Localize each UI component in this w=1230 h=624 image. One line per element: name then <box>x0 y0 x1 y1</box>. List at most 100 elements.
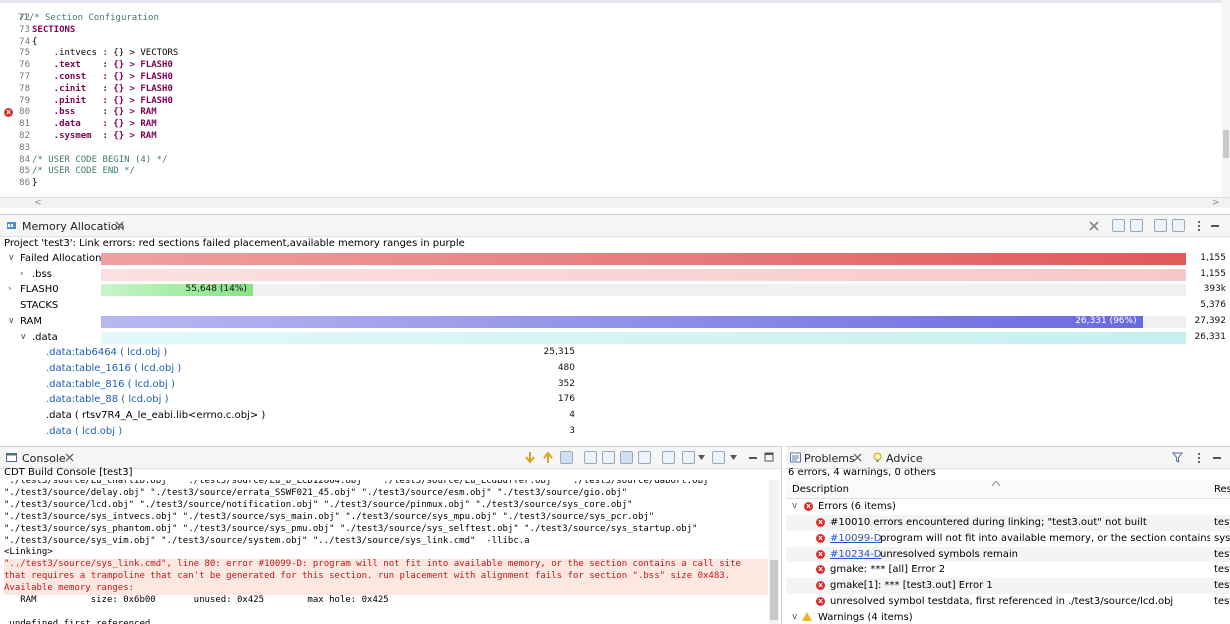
line-code: .sysmem : {} > RAM <box>32 131 157 141</box>
expand-all-icon[interactable] <box>1112 219 1125 232</box>
chevron-down-icon[interactable]: v <box>792 612 797 622</box>
scroll-right-icon[interactable]: > <box>1212 198 1220 208</box>
line-code: .pinit : {} > FLASH0 <box>32 95 173 106</box>
problem-row[interactable]: x #10010 errors encountered during linkin… <box>786 515 1230 531</box>
editor-line[interactable]: 86} <box>0 178 1220 190</box>
memory-row[interactable]: .data:table_816 ( lcd.obj ) 352 <box>0 377 1230 393</box>
remove-all-icon[interactable] <box>1088 220 1100 232</box>
problem-row[interactable]: x #10099-D program will not fit into avai… <box>786 531 1230 547</box>
error-marker-icon[interactable]: x <box>4 108 13 118</box>
collapse-all-icon[interactable] <box>1130 219 1143 232</box>
chevron-down-icon[interactable]: v <box>792 501 797 511</box>
memory-row[interactable]: ∨ Failed Allocation 1,155 <box>0 251 1230 267</box>
view-menu-icon[interactable] <box>1196 220 1202 232</box>
editor-line[interactable]: 77 .const : {} > FLASH0 <box>0 72 1220 84</box>
line-number: 74 <box>19 36 30 47</box>
editor-line[interactable]: 79 .pinit : {} > FLASH0 <box>0 96 1220 108</box>
export-icon[interactable] <box>1172 219 1185 232</box>
memory-row-label: .data:tab6464 ( lcd.obj ) <box>46 347 168 359</box>
editor-line[interactable]: x 80 .bss : {} > RAM <box>0 107 1220 119</box>
new-view-icon[interactable] <box>1154 219 1167 232</box>
console-line: "./test3/source/sys_vim.obj" "./test3/so… <box>4 535 530 546</box>
errors-group-label: Errors (6 items) <box>818 501 896 512</box>
pin-console-icon[interactable] <box>662 451 675 464</box>
minimize-icon[interactable] <box>1212 453 1222 463</box>
memory-row[interactable]: › .bss 1,155 <box>0 267 1230 283</box>
editor-line[interactable]: 74{ <box>0 37 1220 49</box>
link-console-icon[interactable] <box>560 451 573 464</box>
editor-line[interactable]: 75 .intvecs : {} > VECTORS <box>0 48 1220 60</box>
editor-vertical-scrollbar[interactable] <box>1222 0 1230 197</box>
chevron-right-icon[interactable]: › <box>8 284 12 294</box>
scrollbar-thumb[interactable] <box>770 560 778 620</box>
memory-row[interactable]: .data ( lcd.obj ) 3 <box>0 424 1230 440</box>
show-console-icon[interactable] <box>602 451 615 464</box>
editor-line[interactable]: 78 .cinit : {} > FLASH0 <box>0 84 1220 96</box>
maximize-icon[interactable] <box>764 452 774 462</box>
memory-view-title[interactable]: Memory Allocation <box>22 220 124 233</box>
chevron-down-icon[interactable] <box>698 455 705 460</box>
column-header-resource[interactable]: Res <box>1214 484 1230 495</box>
scroll-left-icon[interactable]: < <box>34 198 42 208</box>
editor-line[interactable]: 82 .sysmem : {} > RAM <box>0 131 1220 143</box>
minimize-icon[interactable] <box>748 453 758 463</box>
chevron-down-icon[interactable] <box>730 455 737 460</box>
warning-icon <box>802 612 812 621</box>
chevron-down-icon[interactable]: ∨ <box>8 253 15 263</box>
editor-line[interactable]: 81 .data : {} > RAM <box>0 119 1220 131</box>
line-number: 85 <box>19 166 30 177</box>
code-editor[interactable]: 71/* Section Configuration 72 73 SECTIONS 7… <box>0 0 1230 208</box>
word-wrap-icon[interactable] <box>620 451 633 464</box>
warnings-group-row[interactable]: v Warnings (4 items) <box>786 610 1230 624</box>
filter-icon[interactable] <box>1172 452 1183 463</box>
problems-tab-title[interactable]: Problems <box>804 452 855 465</box>
new-console-icon[interactable] <box>712 451 725 464</box>
console-error-line: "../test3/source/sys_link.cmd", line 80:… <box>4 559 768 572</box>
line-number: 83 <box>19 142 30 153</box>
column-header-description[interactable]: Description <box>792 484 849 495</box>
close-icon[interactable] <box>64 452 75 463</box>
problem-row[interactable]: x #10234-D unresolved symbols remain test <box>786 546 1230 563</box>
problem-code-link[interactable]: #10099-D <box>830 533 882 544</box>
advice-tab-title[interactable]: Advice <box>886 452 923 465</box>
console-line: "./test3/source/sys_intvecs.obj" "./test… <box>4 511 655 522</box>
memory-row-label: FLASH0 <box>20 284 59 296</box>
errors-group-row[interactable]: v x Errors (6 items) <box>786 499 1230 515</box>
line-number: 78 <box>19 83 30 94</box>
memory-row[interactable]: ∨ .data 26,331 <box>0 330 1230 346</box>
view-menu-icon[interactable] <box>1196 452 1202 464</box>
scroll-lock-icon[interactable] <box>584 451 597 464</box>
chevron-down-icon[interactable]: ∨ <box>8 316 15 326</box>
memory-row[interactable]: .data ( rtsv7R4_A_le_eabi.lib<errno.c.ob… <box>0 408 1230 424</box>
console-vertical-scrollbar[interactable] <box>769 480 779 624</box>
problem-row[interactable]: x unresolved symbol testdata, first refer… <box>786 594 1230 610</box>
previous-error-icon[interactable] <box>542 451 554 464</box>
editor-line[interactable]: 83 <box>0 143 1220 155</box>
problem-row[interactable]: x gmake[1]: *** [test3.out] Error 1 test <box>786 578 1230 594</box>
close-icon[interactable] <box>114 220 125 231</box>
editor-line[interactable]: 76 .text : {} > FLASH0 <box>0 60 1220 72</box>
clear-console-icon[interactable] <box>638 451 651 464</box>
minimize-icon[interactable] <box>1210 221 1220 231</box>
editor-line[interactable]: 84/* USER CODE BEGIN (4) */ <box>0 155 1220 167</box>
problem-code-link[interactable]: #10234-D <box>830 549 882 560</box>
console-output[interactable]: "./test3/source/Lu_chartib.obj" "./test3… <box>4 480 768 624</box>
memory-row[interactable]: .data:table_88 ( lcd.obj ) 176 <box>0 392 1230 408</box>
chevron-right-icon[interactable]: › <box>20 269 24 279</box>
editor-horizontal-scrollbar[interactable]: < > <box>0 197 1230 208</box>
editor-line[interactable]: 85/* USER CODE END */ <box>0 166 1220 178</box>
memory-row[interactable]: ∨ RAM 26,331 (96%) 27,392 <box>0 314 1230 330</box>
editor-line[interactable]: 73 SECTIONS <box>0 25 1220 37</box>
console-view-title[interactable]: Console <box>22 452 66 465</box>
close-icon[interactable] <box>852 452 863 463</box>
display-console-icon[interactable] <box>682 451 695 464</box>
editor-line[interactable]: 72 <box>0 13 1220 25</box>
chevron-down-icon[interactable]: ∨ <box>20 332 27 342</box>
scrollbar-thumb[interactable] <box>1223 130 1229 158</box>
memory-row[interactable]: › FLASH0 55,648 (14%) 393k <box>0 282 1230 298</box>
memory-row[interactable]: .data:tab6464 ( lcd.obj ) 25,315 <box>0 345 1230 361</box>
memory-row[interactable]: .data:table_1616 ( lcd.obj ) 480 <box>0 361 1230 377</box>
problem-row[interactable]: x gmake: *** [all] Error 2 test <box>786 562 1230 578</box>
next-error-icon[interactable] <box>524 451 536 464</box>
memory-row[interactable]: STACKS 5,376 <box>0 298 1230 314</box>
